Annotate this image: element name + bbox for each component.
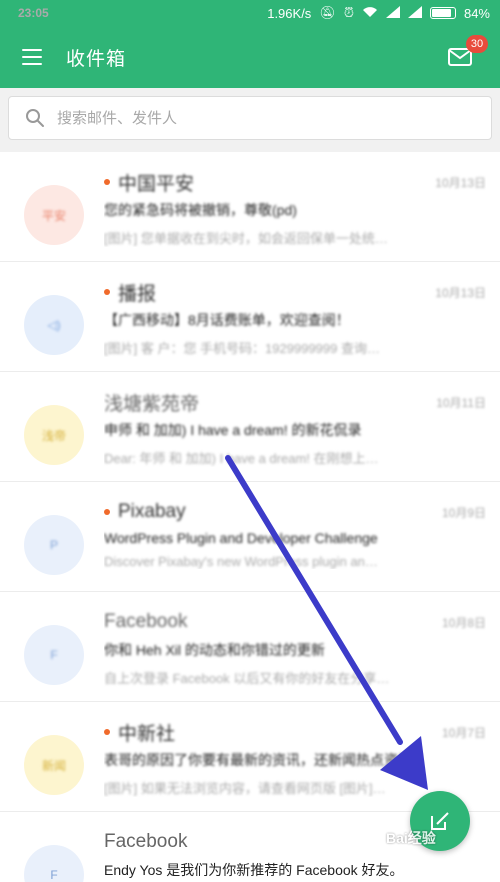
network-speed: 1.96K/s	[267, 5, 312, 21]
unread-dot-icon	[104, 729, 110, 735]
search-bar-container	[0, 88, 500, 152]
alarm-icon: ⏰︎	[343, 5, 354, 20]
mail-subject: 您的紧急码将被撤销，尊敬(pd)	[104, 202, 297, 218]
sender-avatar: F	[24, 845, 84, 882]
avatar-label: F	[50, 868, 58, 882]
status-indicators: 1.96K/s 🔕︎ ⏰︎ 84%	[267, 5, 490, 21]
mail-sender: Pixabay	[118, 501, 186, 522]
watermark: Bai经验	[386, 830, 436, 846]
mail-sender: 浅塘紫苑帝	[104, 393, 200, 415]
mail-subject: 申师 和 加加) I have a dream! 的新花侃录	[104, 422, 362, 438]
status-time: 23:05	[18, 6, 49, 20]
unread-dot-icon	[104, 509, 110, 515]
mail-list: 平安 中国平安 10月13日 您的紧急码将被撤销，尊敬(pd) [图片] 您单据…	[0, 152, 500, 882]
mail-header-row: Facebook 10月8日	[104, 610, 486, 634]
unread-count-badge: 30	[466, 35, 488, 53]
mail-header-row: 播报 10月13日	[104, 280, 486, 305]
mail-time: 10月13日	[435, 175, 486, 190]
mail-item[interactable]: F Facebook 10月8日 你和 Heh Xil 的动态和你错过的更新 自…	[0, 592, 500, 702]
mail-item[interactable]: P Pixabay 10月9日 WordPress Plugin and Dev…	[0, 482, 500, 592]
mail-preview: Dear: 年师 和 加加) I have a dream! 在刚想上…	[104, 451, 379, 466]
signal-icon-1	[385, 5, 400, 21]
mail-header-row: Pixabay 10月9日	[104, 500, 486, 524]
mail-subject: WordPress Plugin and Developer Challenge	[104, 530, 378, 546]
sender-avatar: F	[24, 625, 84, 685]
avatar-label: P	[49, 538, 58, 552]
page-title: 收件箱	[66, 48, 127, 70]
mail-preview: 自上次登录 Facebook 以后又有你的好友在分享…	[104, 671, 390, 686]
menu-icon[interactable]	[22, 49, 42, 65]
mail-button[interactable]: 30	[448, 35, 488, 67]
mail-time: 10月13日	[435, 285, 486, 300]
mail-subject: 【广西移动】8月话费账单，欢迎查阅！	[104, 312, 350, 328]
mail-time: 10月7日	[441, 725, 486, 740]
search-box[interactable]	[8, 96, 492, 140]
mail-header-row: 中国平安 10月13日	[104, 170, 486, 195]
mail-sender: Facebook	[104, 611, 188, 632]
unread-dot-icon	[104, 289, 110, 295]
mail-sender: 中新社	[118, 723, 176, 745]
battery-icon	[429, 7, 456, 19]
avatar-label: 新闻	[41, 758, 66, 773]
mail-sender: 中国平安	[118, 173, 195, 195]
status-bar: 23:05 1.96K/s 🔕︎ ⏰︎ 84%	[0, 0, 500, 26]
wifi-icon	[362, 6, 378, 21]
avatar-label: 浅帝	[41, 428, 66, 443]
sender-avatar: P	[24, 515, 84, 575]
mail-subject: 表哥的原因了你要有最新的资讯，还新闻热点资讯	[104, 752, 412, 768]
avatar-label: 平安	[41, 208, 66, 223]
mail-header-row: 浅塘紫苑帝 10月11日	[104, 390, 486, 415]
mail-time: 10月9日	[441, 505, 486, 520]
sender-avatar: ◁)	[24, 295, 84, 355]
mail-time: 10月8日	[441, 615, 486, 630]
mail-sender: 播报	[118, 283, 157, 305]
mail-item[interactable]: ◁) 播报 10月13日 【广西移动】8月话费账单，欢迎查阅！ [图片] 客 户…	[0, 262, 500, 372]
mute-bell-icon: 🔕︎	[319, 5, 336, 20]
unread-dot-icon	[104, 179, 110, 185]
mail-preview: [图片] 客 户：您 手机号码：1929999999 查询…	[104, 341, 380, 356]
mail-content: 中国平安 10月13日 您的紧急码将被撤销，尊敬(pd) [图片] 您单据收在到…	[104, 170, 486, 247]
signal-icon-2	[407, 5, 422, 21]
mail-subject: Endy Yos 是我们为你新推荐的 Facebook 好友。	[104, 862, 404, 878]
mail-time: 10月11日	[436, 395, 486, 410]
mail-preview: Discover Pixabay's new WordPress plugin …	[104, 554, 378, 569]
avatar-label: ◁)	[47, 318, 61, 332]
mail-content: 中新社 10月7日 表哥的原因了你要有最新的资讯，还新闻热点资讯 [图片] 如果…	[104, 720, 486, 797]
search-icon	[26, 109, 44, 127]
sender-avatar: 浅帝	[24, 405, 84, 465]
search-input[interactable]	[57, 109, 475, 127]
sender-avatar: 平安	[24, 185, 84, 245]
app-bar: 收件箱 30	[0, 26, 500, 88]
mail-content: 浅塘紫苑帝 10月11日 申师 和 加加) I have a dream! 的新…	[104, 390, 486, 467]
mail-preview: [图片] 您单据收在到尖时，如会返回保单一处统…	[104, 231, 388, 246]
sender-avatar: 新闻	[24, 735, 84, 795]
mail-content: Facebook 10月8日 你和 Heh Xil 的动态和你错过的更新 自上次…	[104, 610, 486, 687]
avatar-label: F	[50, 648, 58, 662]
battery-percent: 84%	[463, 5, 490, 21]
mail-header-row: 中新社 10月7日	[104, 720, 486, 745]
mail-item[interactable]: 平安 中国平安 10月13日 您的紧急码将被撤销，尊敬(pd) [图片] 您单据…	[0, 152, 500, 262]
mail-subject: 你和 Heh Xil 的动态和你错过的更新	[104, 642, 325, 658]
mail-item[interactable]: 浅帝 浅塘紫苑帝 10月11日 申师 和 加加) I have a dream!…	[0, 372, 500, 482]
mail-content: 播报 10月13日 【广西移动】8月话费账单，欢迎查阅！ [图片] 客 户：您 …	[104, 280, 486, 357]
mail-content: Pixabay 10月9日 WordPress Plugin and Devel…	[104, 500, 486, 569]
